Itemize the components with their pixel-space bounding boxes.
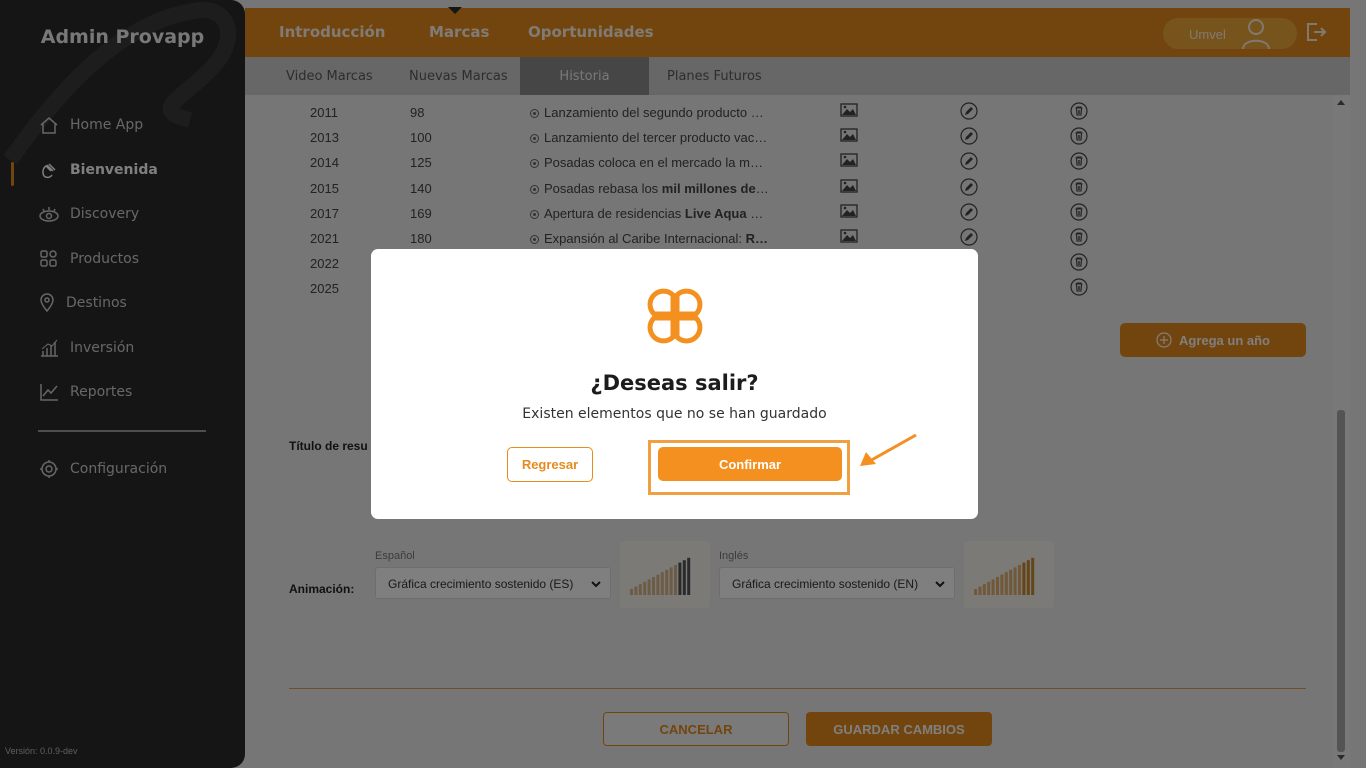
exit-confirmation-dialog: ¿Deseas salir? Existen elementos que no … — [371, 249, 978, 519]
pointer-arrow-icon — [860, 433, 917, 466]
dialog-title: ¿Deseas salir? — [590, 371, 759, 395]
confirm-button[interactable]: Confirmar — [658, 447, 842, 481]
dialog-message: Existen elementos que no se han guardado — [522, 406, 827, 422]
app-window: Admin Provapp Home App Bienvenida Discov… — [0, 0, 1366, 768]
clover-logo-icon — [640, 281, 710, 356]
back-button[interactable]: Regresar — [507, 447, 593, 482]
